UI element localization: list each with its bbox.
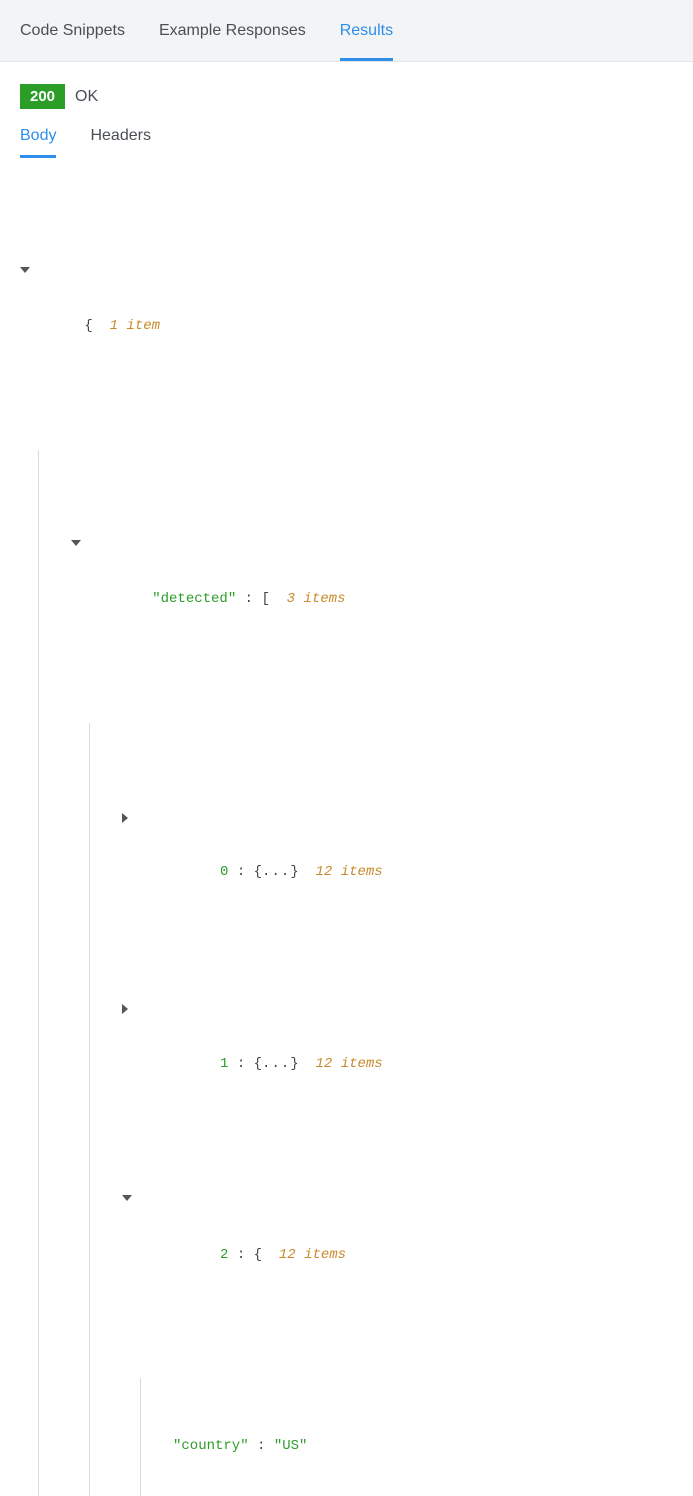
json-key[interactable]: "country" — [173, 1438, 249, 1454]
item-count: 12 items — [315, 864, 382, 880]
tab-results[interactable]: Results — [340, 0, 393, 61]
top-tabs: Code Snippets Example Responses Results — [0, 0, 693, 62]
chevron-right-icon[interactable] — [122, 1004, 128, 1014]
chevron-down-icon[interactable] — [20, 267, 30, 273]
status-code-badge: 200 — [20, 84, 65, 109]
chevron-down-icon[interactable] — [71, 540, 81, 546]
item-count: 3 items — [287, 591, 346, 607]
chevron-right-icon[interactable] — [122, 813, 128, 823]
json-index[interactable]: 0 — [220, 864, 228, 880]
json-value[interactable]: "US" — [274, 1438, 308, 1454]
tab-code-snippets[interactable]: Code Snippets — [20, 0, 125, 61]
body-headers-tabs: Body Headers — [20, 127, 673, 159]
tab-headers[interactable]: Headers — [90, 127, 150, 158]
json-index[interactable]: 2 — [220, 1247, 228, 1263]
tab-body[interactable]: Body — [20, 127, 56, 158]
tab-example-responses[interactable]: Example Responses — [159, 0, 306, 61]
status-row: 200 OK — [20, 84, 673, 109]
status-text: OK — [75, 88, 98, 106]
item-count: 12 items — [315, 1056, 382, 1072]
json-tree: { 1 item "detected" : [ 3 items 0 : {...… — [20, 177, 673, 1496]
chevron-down-icon[interactable] — [122, 1195, 132, 1201]
json-index[interactable]: 1 — [220, 1056, 228, 1072]
json-key-detected[interactable]: "detected" — [152, 591, 236, 607]
item-count: 1 item — [110, 318, 160, 334]
item-count: 12 items — [279, 1247, 346, 1263]
results-panel: 200 OK Body Headers { 1 item "detected" … — [0, 62, 693, 1496]
